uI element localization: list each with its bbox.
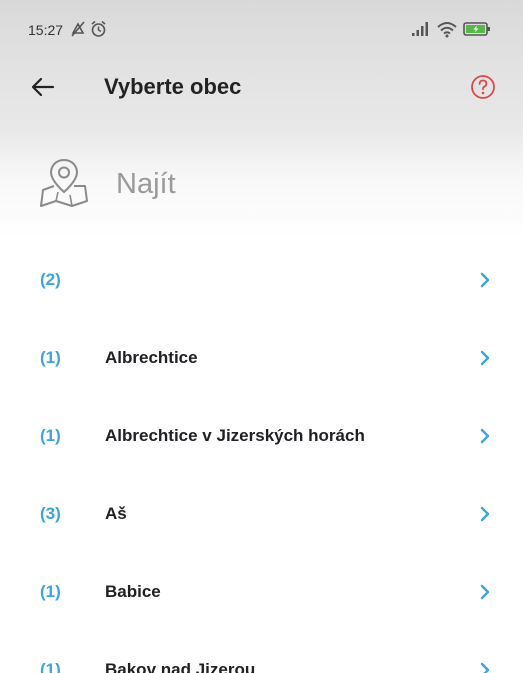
question-circle-icon [471, 75, 495, 99]
municipality-list: (2) (1) Albrechtice (1) Albrechtice v Ji… [0, 238, 523, 673]
list-item[interactable]: (1) Albrechtice v Jizerských horách [0, 394, 523, 472]
list-item[interactable]: (3) Aš [0, 472, 523, 550]
chevron-right-icon [480, 428, 490, 444]
item-name: Babice [105, 582, 161, 601]
list-item[interactable]: (1) Albrechtice [0, 316, 523, 394]
item-count: (1) [40, 348, 61, 367]
map-pin-icon [40, 158, 88, 207]
page-title: Vyberte obec [104, 74, 242, 99]
battery-charging-icon [463, 22, 490, 36]
back-button[interactable] [26, 70, 60, 104]
item-name: Aš [105, 504, 127, 523]
list-item[interactable]: (1) Babice [0, 550, 523, 628]
chevron-right-icon [480, 350, 490, 366]
header-area: 15:27 Vyberte obec [0, 0, 523, 126]
app-bar: Vyberte obec [0, 50, 523, 126]
mute-icon [71, 21, 85, 37]
chevron-right-icon [480, 506, 490, 522]
chevron-right-icon [480, 272, 490, 288]
item-name: Bakov nad Jizerou [105, 660, 256, 673]
arrow-left-icon [31, 77, 55, 97]
item-name: Albrechtice [105, 348, 198, 367]
status-bar: 15:27 [0, 0, 523, 50]
chevron-right-icon [480, 584, 490, 600]
list-item[interactable]: (1) Bakov nad Jizerou [0, 628, 523, 673]
item-count: (2) [40, 270, 61, 289]
search-bar [0, 126, 523, 238]
alarm-icon [91, 20, 106, 37]
item-count: (3) [40, 504, 61, 523]
item-count: (1) [40, 660, 61, 673]
help-button[interactable] [468, 72, 498, 102]
wifi-icon [437, 22, 457, 38]
item-count: (1) [40, 582, 61, 601]
search-input[interactable] [116, 164, 486, 204]
status-time: 15:27 [28, 22, 64, 38]
item-count: (1) [40, 426, 61, 445]
screen: 15:27 Vyberte obec Najít (2) (1) Albrech… [0, 0, 523, 673]
list-item[interactable]: (2) [0, 238, 523, 316]
item-name: Albrechtice v Jizerských horách [105, 426, 365, 445]
signal-icon [412, 22, 428, 36]
chevron-right-icon [480, 662, 490, 673]
